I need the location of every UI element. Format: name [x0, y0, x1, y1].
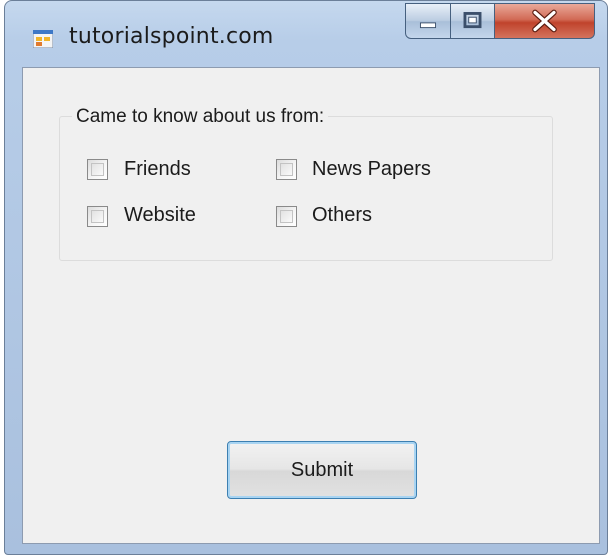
website-label[interactable]: Website [124, 204, 196, 227]
form-client-area: Came to know about us from: Friends News… [22, 67, 600, 544]
others-label[interactable]: Others [312, 204, 372, 227]
window-title: tutorialspoint.com [69, 24, 274, 49]
friends-label[interactable]: Friends [124, 158, 191, 181]
submit-button[interactable]: Submit [227, 441, 417, 499]
website-checkbox[interactable] [87, 206, 108, 227]
close-button[interactable] [495, 3, 595, 39]
app-form-icon [33, 30, 53, 48]
news-papers-checkbox[interactable] [276, 159, 297, 180]
minimize-button[interactable] [405, 3, 451, 39]
close-icon [532, 9, 557, 33]
news-papers-label[interactable]: News Papers [312, 158, 431, 181]
app-window: tutorialspoint.com Came to know about us… [4, 0, 608, 555]
friends-checkbox[interactable] [87, 159, 108, 180]
groupbox-label: Came to know about us from: [72, 106, 329, 128]
maximize-icon [463, 12, 482, 29]
minimize-icon [419, 22, 437, 29]
source-groupbox [59, 116, 553, 261]
maximize-button[interactable] [451, 3, 495, 39]
others-checkbox[interactable] [276, 206, 297, 227]
